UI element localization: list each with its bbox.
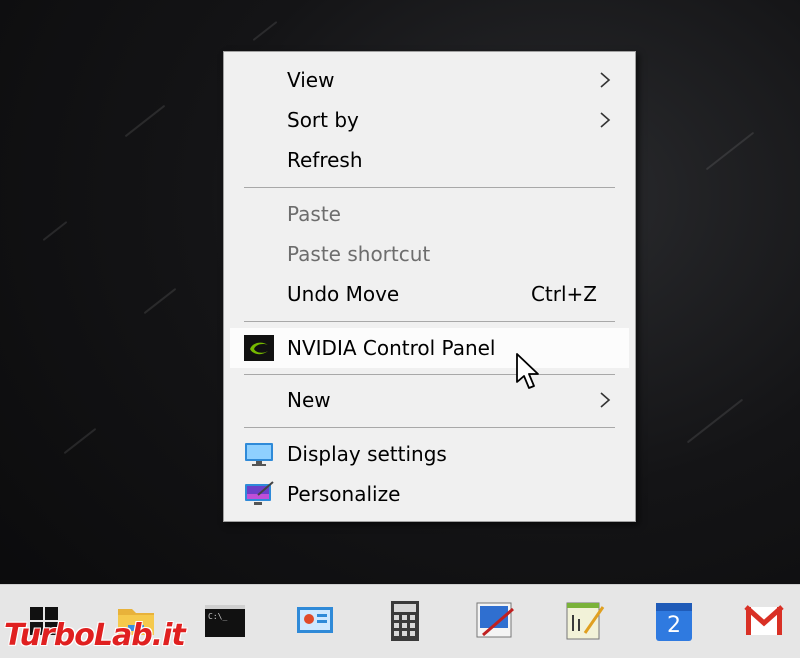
menu-item-new[interactable]: New [230,380,629,420]
menu-separator [244,427,615,428]
chevron-right-icon [600,72,611,88]
menu-item-label: Personalize [287,482,401,506]
menu-item-label: NVIDIA Control Panel [287,336,496,360]
command-prompt-icon[interactable]: C:\_ [203,599,247,643]
personalize-icon [245,481,274,505]
menu-item-display-settings[interactable]: Display settings [230,434,629,474]
menu-item-label: Undo Move [287,282,400,306]
menu-item-sort-by[interactable]: Sort by [230,100,629,140]
menu-item-label: Display settings [287,442,447,466]
nvidia-icon [244,335,274,361]
file-explorer-icon[interactable] [114,599,158,643]
display-settings-icon [245,443,273,466]
calendar-day: 2 [667,613,681,638]
desktop-context-menu: View Sort by Refresh Paste Paste shortcu… [223,51,636,522]
svg-text:C:\_: C:\_ [208,612,227,621]
menu-separator [244,187,615,188]
menu-item-label: Paste shortcut [287,242,431,266]
menu-item-label: Sort by [287,108,359,132]
paint-icon[interactable] [473,599,517,643]
menu-item-label: New [287,388,331,412]
chevron-right-icon [600,112,611,128]
menu-item-personalize[interactable]: Personalize [230,474,629,514]
control-panel-icon[interactable] [293,599,337,643]
menu-item-refresh[interactable]: Refresh [230,140,629,180]
taskbar: C:\_ 2 [0,584,800,658]
menu-item-nvidia-control-panel[interactable]: NVIDIA Control Panel [230,328,629,368]
menu-item-label: Refresh [287,148,363,172]
windows-start-icon[interactable] [22,599,66,643]
menu-item-label: View [287,68,335,92]
shortcut-label: Ctrl+Z [530,282,597,306]
notepad-plus-icon[interactable] [563,599,607,643]
menu-item-paste: Paste [230,194,629,234]
calendar-icon[interactable]: 2 [652,599,696,643]
menu-item-label: Paste [287,202,341,226]
menu-separator [244,374,615,375]
menu-item-undo-move[interactable]: Undo Move Ctrl+Z [230,274,629,314]
calculator-icon[interactable] [383,599,427,643]
menu-item-view[interactable]: View [230,60,629,100]
chevron-right-icon [600,392,611,408]
menu-item-paste-shortcut: Paste shortcut [230,234,629,274]
menu-separator [244,321,615,322]
mouse-cursor-icon [516,353,539,389]
gmail-icon[interactable] [742,599,786,643]
